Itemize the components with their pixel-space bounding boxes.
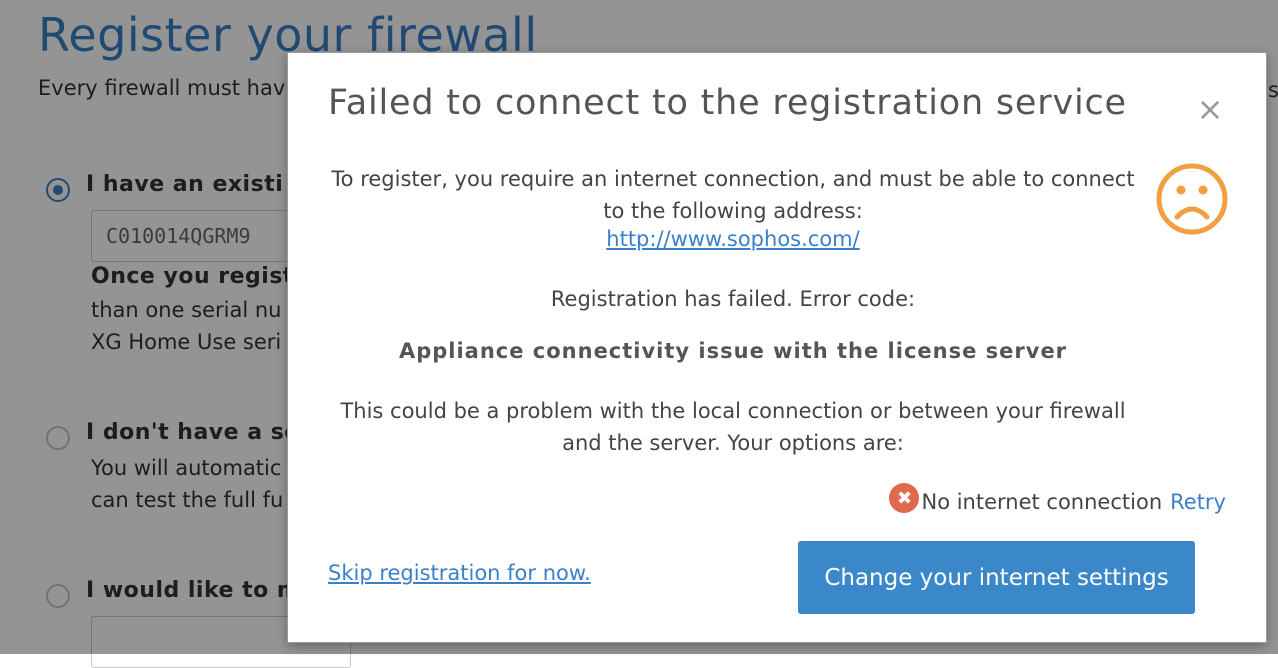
problem-line-1: This could be a problem with the local c… (340, 399, 1126, 423)
failed-text: Registration has failed. Error code: (550, 287, 916, 311)
error-x-icon: ✖ (889, 483, 920, 513)
connection-status: ✖ No internet connection Retry (889, 483, 1226, 519)
change-internet-settings-button[interactable]: Change your internet settings (798, 541, 1195, 614)
intro-line-1: To register, you require an internet con… (331, 167, 1135, 191)
status-text: No internet connection (921, 490, 1163, 514)
problem-line-2: and the server. Your options are: (562, 431, 904, 455)
error-dialog: Failed to connect to the registration se… (287, 52, 1267, 643)
skip-registration-link[interactable]: Skip registration for now. (328, 561, 591, 585)
dialog-title: Failed to connect to the registration se… (328, 83, 1127, 123)
sad-face-icon (1156, 163, 1228, 235)
address-row: http://www.sophos.com/ (318, 227, 1148, 251)
retry-link[interactable]: Retry (1170, 490, 1226, 514)
sophos-address-link[interactable]: http://www.sophos.com/ (606, 227, 859, 251)
error-code: Appliance connectivity issue with the li… (398, 339, 1068, 363)
close-icon[interactable]: × (1190, 89, 1230, 129)
intro-line-2: to the following address: (603, 199, 863, 223)
